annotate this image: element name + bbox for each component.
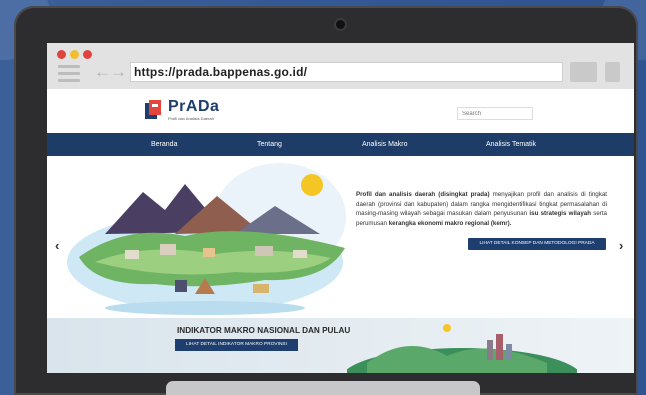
provincial-indicator-button[interactable]: LIHAT DETAIL INDIKATOR MAKRO PROVINSI (175, 339, 298, 351)
browser-settings-button[interactable] (605, 62, 620, 82)
concept-methodology-button[interactable]: LIHAT DETAIL KONSEP DAN METODOLOGI PRADA (468, 238, 606, 250)
webcam-icon (336, 20, 345, 29)
close-window-button[interactable] (57, 50, 66, 59)
main-nav: Beranda Tentang Analisis Makro Analisis … (47, 133, 634, 156)
nav-item-analisis-tematik[interactable]: Analisis Tematik (486, 133, 536, 156)
forward-arrow-icon[interactable]: → (110, 62, 127, 82)
browser-extension-button[interactable] (570, 62, 597, 82)
search-input[interactable] (457, 107, 533, 120)
hero-carousel: ‹ › Profil dan analisis daerah (disingka… (47, 156, 634, 318)
indicator-title: INDIKATOR MAKRO NASIONAL DAN PULAU (177, 326, 351, 335)
browser-toolbar: ← → https://prada.bappenas.go.id/ (47, 43, 634, 90)
regional-landscape-illustration (67, 163, 346, 315)
site-header: PrADa Profil dan Analisis Daerah (47, 89, 634, 133)
indicator-illustration (347, 324, 577, 373)
prada-logo-icon[interactable] (144, 99, 162, 121)
nav-item-beranda[interactable]: Beranda (151, 133, 177, 156)
back-arrow-icon[interactable]: ← (94, 62, 111, 82)
hero-description-bold-2: isu strategis wilayah (529, 210, 591, 218)
nav-item-tentang[interactable]: Tentang (257, 133, 282, 156)
maximize-window-button[interactable] (83, 50, 92, 59)
indicator-section: INDIKATOR MAKRO NASIONAL DAN PULAU LIHAT… (47, 318, 634, 373)
browser-window: ← → https://prada.bappenas.go.id/ PrADa … (47, 43, 634, 373)
hero-description-bold-3: kerangka ekonomi makro regional (kemr). (388, 219, 512, 227)
laptop-frame: ← → https://prada.bappenas.go.id/ PrADa … (14, 6, 638, 395)
minimize-window-button[interactable] (70, 50, 79, 59)
nav-item-analisis-makro[interactable]: Analisis Makro (362, 133, 408, 156)
hero-description: Profil dan analisis daerah (disingkat pr… (356, 190, 607, 228)
carousel-next-icon[interactable]: › (619, 238, 623, 253)
laptop-base (166, 381, 480, 395)
site-logo-subtitle: Profil dan Analisis Daerah (168, 116, 214, 121)
site-logo-text[interactable]: PrADa (168, 98, 219, 116)
hero-description-bold: Profil dan analisis daerah (disingkat pr… (356, 191, 490, 198)
menu-icon[interactable] (58, 65, 80, 86)
carousel-prev-icon[interactable]: ‹ (55, 238, 59, 253)
address-bar[interactable]: https://prada.bappenas.go.id/ (130, 62, 563, 82)
